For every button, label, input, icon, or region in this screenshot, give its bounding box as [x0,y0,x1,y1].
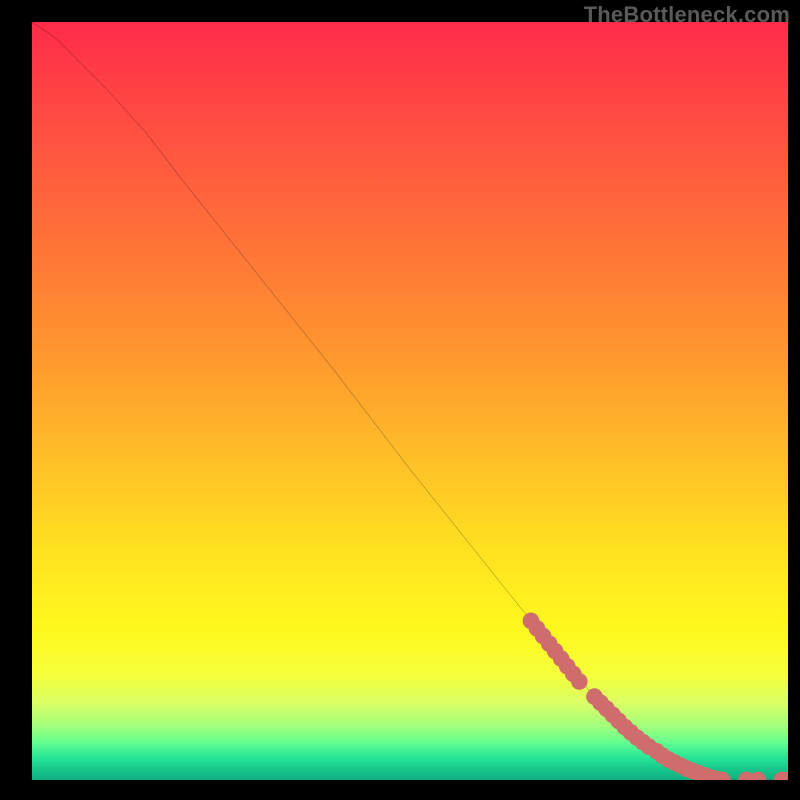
plot-area [32,22,788,780]
chart-svg [32,22,788,780]
data-point [571,673,588,690]
curve-line [32,22,788,780]
data-point [749,772,766,780]
dots-group [523,612,788,780]
watermark-text: TheBottleneck.com [584,2,790,28]
chart-frame: TheBottleneck.com [0,0,800,800]
